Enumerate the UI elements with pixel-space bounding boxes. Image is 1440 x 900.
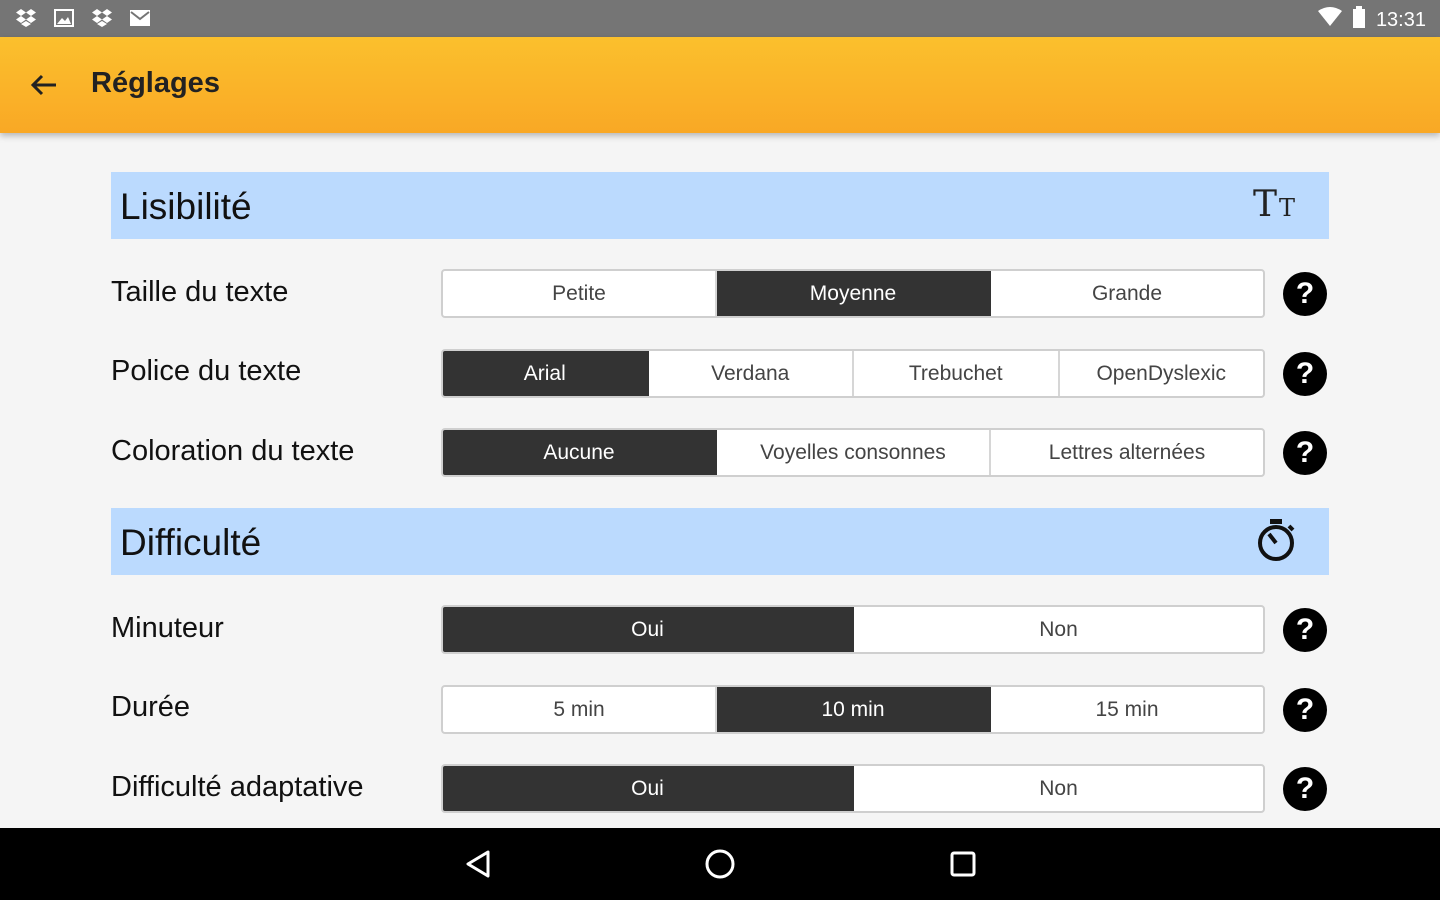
status-time: 13:31 [1375, 8, 1426, 31]
option-non[interactable]: Non [854, 607, 1263, 652]
option-voyelles-consonnes[interactable]: Voyelles consonnes [717, 430, 991, 475]
option-15-min[interactable]: 15 min [991, 687, 1263, 732]
help-icon[interactable]: ? [1283, 272, 1327, 316]
text-size-icon: T T [1251, 182, 1301, 226]
wifi-icon [1317, 7, 1342, 33]
option-moyenne[interactable]: Moyenne [717, 271, 991, 316]
option-petite[interactable]: Petite [443, 271, 717, 316]
dropbox-icon [14, 7, 38, 29]
option-trebuchet[interactable]: Trebuchet [854, 351, 1060, 396]
option-arial[interactable]: Arial [443, 351, 649, 396]
navigation-bar [0, 828, 1440, 900]
section-title: Lisibilité [120, 186, 252, 227]
segmented-minuteur: Oui Non [441, 605, 1265, 654]
section-header-difficulte: Difficulté [111, 508, 1329, 575]
recents-nav-icon[interactable] [943, 844, 983, 884]
option-oui[interactable]: Oui [443, 607, 854, 652]
option-aucune[interactable]: Aucune [443, 430, 717, 475]
option-verdana[interactable]: Verdana [649, 351, 854, 396]
help-icon[interactable]: ? [1283, 431, 1327, 475]
mail-icon [128, 7, 152, 29]
home-nav-icon[interactable] [700, 844, 740, 884]
dropbox-icon [90, 7, 114, 29]
row-label-duree: Durée [111, 691, 190, 723]
section-title: Difficulté [120, 522, 262, 563]
stopwatch-icon [1251, 518, 1301, 562]
status-bar: 13:31 [0, 0, 1440, 37]
option-non[interactable]: Non [854, 766, 1263, 811]
option-grande[interactable]: Grande [991, 271, 1263, 316]
option-oui[interactable]: Oui [443, 766, 854, 811]
row-label-coloration: Coloration du texte [111, 435, 355, 467]
back-nav-icon[interactable] [458, 844, 498, 884]
image-icon [52, 7, 76, 29]
option-lettres-alternees[interactable]: Lettres alternées [991, 430, 1263, 475]
segmented-taille: Petite Moyenne Grande [441, 269, 1265, 318]
page-title: Réglages [91, 67, 220, 99]
segmented-police: Arial Verdana Trebuchet OpenDyslexic [441, 349, 1265, 398]
segmented-duree: 5 min 10 min 15 min [441, 685, 1265, 734]
help-icon[interactable]: ? [1283, 767, 1327, 811]
app-bar: Réglages [0, 37, 1440, 133]
svg-text:T: T [1253, 184, 1277, 224]
option-5-min[interactable]: 5 min [443, 687, 717, 732]
help-icon[interactable]: ? [1283, 608, 1327, 652]
row-label-police: Police du texte [111, 355, 302, 387]
segmented-adaptative: Oui Non [441, 764, 1265, 813]
section-header-lisibilite: Lisibilité T T [111, 172, 1329, 239]
row-label-minuteur: Minuteur [111, 612, 224, 644]
help-icon[interactable]: ? [1283, 352, 1327, 396]
option-opendyslexic[interactable]: OpenDyslexic [1060, 351, 1264, 396]
row-label-adaptative: Difficulté adaptative [111, 771, 364, 803]
battery-icon [1352, 6, 1366, 34]
help-icon[interactable]: ? [1283, 688, 1327, 732]
row-label-taille: Taille du texte [111, 276, 289, 308]
segmented-coloration: Aucune Voyelles consonnes Lettres altern… [441, 428, 1265, 477]
svg-text:T: T [1279, 194, 1295, 222]
option-10-min[interactable]: 10 min [717, 687, 991, 732]
arrow-back-icon[interactable] [24, 65, 64, 105]
